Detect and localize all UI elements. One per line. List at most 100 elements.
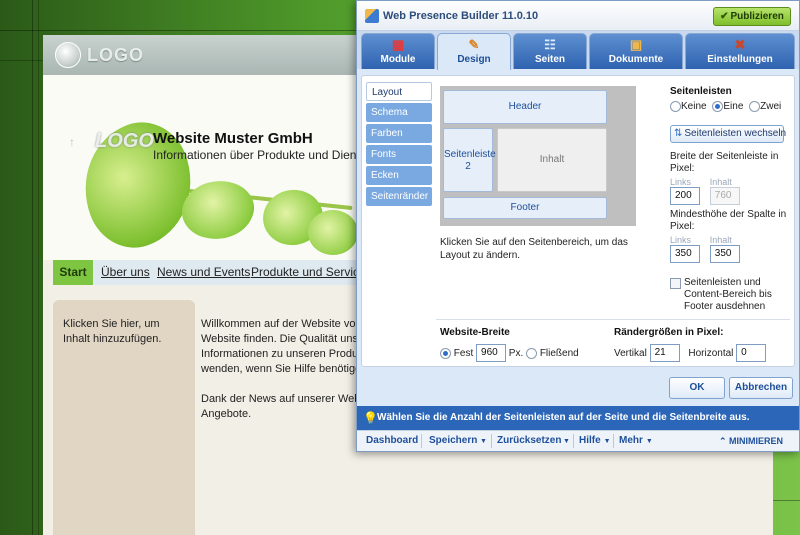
company-tagline[interactable]: Informationen über Produkte und Dien [153, 148, 356, 162]
layout-area-sidebar[interactable]: Seitenleiste 2 [443, 128, 496, 192]
layout-area-header[interactable]: Header [443, 90, 607, 124]
main-tabs: ▦ Module ✎ Design ☷ Seiten ▣ Dokumente ✖… [357, 31, 799, 70]
hint-bar: 💡 Wählen Sie die Anzahl der Seitenleiste… [357, 406, 799, 430]
nav-item-news-events[interactable]: News und Events [157, 260, 250, 285]
switch-label: Seitenleisten wechseln [684, 128, 787, 139]
chevron-up-icon: ⌃ [718, 436, 729, 446]
dashboard-button[interactable]: Dashboard [366, 431, 418, 451]
inhalt-label: Inhalt [709, 177, 732, 187]
links-label: Links [670, 177, 692, 187]
mehr-label: Mehr [619, 435, 643, 446]
sidebar-settings: Seitenleisten Keine Eine Zwei ⇅ Seitenlei… [670, 86, 790, 313]
radio-label: Eine [723, 101, 744, 112]
divider [436, 319, 790, 320]
min-height-label: Mindesthöhe der Spalte in Pixel: [670, 209, 787, 232]
separator [573, 434, 574, 448]
sidebar-placeholder-text[interactable]: Klicken Sie hier, um Inhalt hinzuzufügen… [63, 317, 188, 347]
website-width-section: Website-Breite Fest 960 Px. Fließend [440, 327, 579, 362]
header-logo[interactable]: LOGO [95, 130, 154, 153]
radio-keine[interactable] [670, 101, 681, 112]
switch-sidebars-button[interactable]: ⇅ Seitenleisten wechseln [670, 125, 787, 143]
tab-einstellungen[interactable]: ✖ Einstellungen [685, 33, 795, 69]
lightbulb-icon: 💡 [363, 411, 378, 425]
bottom-toolbar: Dashboard Speichern ▼ Zurücksetzen ▼ Hil… [357, 430, 799, 451]
horizontal-margin-input[interactable]: 0 [736, 344, 767, 362]
sidebar-width-left-input[interactable]: 200 [670, 187, 700, 205]
tab-label: Module [380, 54, 416, 65]
decor-line [38, 0, 39, 535]
inhalt-label: Inhalt [709, 235, 732, 245]
layout-area-footer[interactable]: Footer [443, 197, 607, 219]
pages-icon: ☷ [544, 37, 556, 52]
tab-label: Dokumente [608, 54, 664, 65]
px-unit-label: Px. [508, 347, 524, 359]
nav-item-produkte-services[interactable]: Produkte und Services [251, 260, 372, 285]
subnav-item-ecken[interactable]: Ecken [366, 166, 432, 185]
decor-line [32, 0, 33, 535]
zuruecksetzen-button[interactable]: Zurücksetzen [497, 431, 561, 451]
company-name[interactable]: Website Muster GmbH [153, 130, 313, 147]
publish-label: Publizieren [730, 11, 784, 22]
links-label: Links [670, 235, 692, 245]
min-height-left-input[interactable]: 350 [670, 245, 700, 263]
design-panel: Layout Schema Farben Fonts Ecken Seitenr… [361, 75, 795, 367]
subnav-item-layout[interactable]: Layout [366, 82, 432, 101]
extend-to-footer-option: Seitenleisten und Content-Bereich bis Fo… [670, 277, 790, 313]
extend-to-footer-label: Seitenleisten und Content-Bereich bis Fo… [684, 277, 772, 312]
logo-icon [55, 42, 81, 68]
subnav-item-schema[interactable]: Schema [366, 103, 432, 122]
hilfe-label: Hilfe [579, 435, 601, 446]
nav-item-start[interactable]: Start [53, 260, 93, 285]
title-bar[interactable]: Web Presence Builder 11.0.10 ✔ Publiziere… [357, 1, 799, 31]
zuruecksetzen-label: Zurücksetzen [497, 435, 562, 446]
site-logo[interactable]: LOGO [87, 45, 144, 66]
tab-seiten[interactable]: ☷ Seiten [513, 33, 587, 69]
cancel-button[interactable]: Abbrechen [729, 377, 793, 399]
minimize-button[interactable]: ⌃ MINIMIEREN [719, 431, 783, 451]
extend-to-footer-checkbox[interactable] [670, 278, 681, 289]
app-title: Web Presence Builder 11.0.10 [383, 10, 539, 22]
site-content-text[interactable]: Willkommen auf der Website von Website f… [201, 317, 371, 422]
chevron-down-icon: ▼ [603, 438, 611, 445]
sidebar-count-options: Keine Eine Zwei [670, 101, 790, 119]
layout-hint-text: Klicken Sie auf den Seitenbereich, um da… [440, 237, 628, 261]
radio-fest[interactable] [440, 347, 451, 359]
sidebars-title: Seitenleisten [670, 86, 732, 97]
radio-label: Keine [681, 101, 707, 112]
radio-eine[interactable] [712, 101, 724, 112]
tab-module[interactable]: ▦ Module [361, 33, 435, 69]
separator [491, 434, 492, 448]
check-icon: ✔ [720, 11, 729, 22]
min-height-content-input[interactable]: 350 [709, 245, 740, 263]
mehr-menu[interactable]: Mehr ▼ [619, 431, 653, 451]
hint-text: Wählen Sie die Anzahl der Seitenleisten … [377, 412, 750, 423]
fest-label: Fest [453, 347, 474, 359]
documents-icon: ▣ [629, 37, 643, 52]
tab-dokumente[interactable]: ▣ Dokumente [589, 33, 683, 69]
radio-fliessend[interactable] [526, 347, 538, 359]
layout-area-content: Inhalt [497, 128, 607, 192]
minimize-label: MINIMIEREN [729, 436, 783, 446]
speichern-dropdown-icon[interactable]: ▼ [477, 431, 487, 451]
vertical-margin-input[interactable]: 21 [649, 344, 680, 362]
ok-button[interactable]: OK [669, 377, 725, 399]
zuruecksetzen-dropdown-icon[interactable]: ▼ [560, 431, 570, 451]
leaf-image [308, 210, 358, 255]
speichern-button[interactable]: Speichern [429, 431, 477, 451]
subnav-item-farben[interactable]: Farben [366, 124, 432, 143]
tab-label: Seiten [534, 54, 565, 65]
website-width-input[interactable]: 960 [476, 344, 507, 362]
tab-design[interactable]: ✎ Design [437, 33, 511, 70]
nav-item-ueber-uns[interactable]: Über uns [101, 260, 150, 285]
publish-button[interactable]: ✔ Publizieren [713, 7, 791, 26]
margin-sizes-section: Rändergrößen in Pixel: Vertikal 21 Horiz… [614, 327, 767, 362]
tab-label: Design [457, 54, 491, 65]
radio-zwei[interactable] [749, 101, 761, 112]
hilfe-menu[interactable]: Hilfe ▼ [579, 431, 611, 451]
web-presence-builder-dialog: Web Presence Builder 11.0.10 ✔ Publiziere… [356, 0, 800, 452]
site-sidebar[interactable]: Klicken Sie hier, um Inhalt hinzuzufügen… [53, 300, 195, 535]
subnav-item-fonts[interactable]: Fonts [366, 145, 432, 164]
fliessend-label: Fließend [539, 347, 579, 359]
subnav-item-seitenraender[interactable]: Seitenränder [366, 187, 432, 206]
settings-icon: ✖ [734, 37, 746, 52]
